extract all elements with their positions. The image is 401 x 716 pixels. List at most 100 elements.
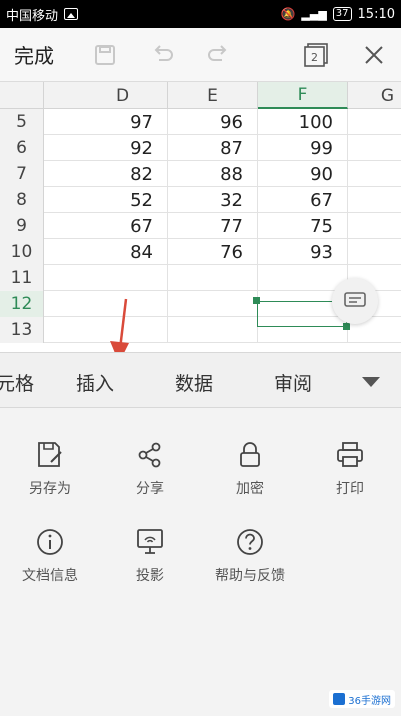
row-header[interactable]: 10 [0, 239, 44, 265]
cell-f[interactable] [258, 265, 348, 291]
spreadsheet[interactable]: D E F G 59796100996928799957828890818523… [0, 82, 401, 352]
save-as-button[interactable]: 另存为 [0, 440, 100, 510]
mute-icon: 🔕 [280, 7, 296, 21]
cell-e[interactable]: 88 [168, 161, 258, 187]
encrypt-button[interactable]: 加密 [200, 440, 300, 510]
clock: 15:10 [357, 6, 395, 22]
cell-d[interactable]: 52 [44, 187, 168, 213]
cell-f[interactable]: 100 [258, 109, 348, 135]
cell-g[interactable]: 95 [348, 135, 401, 161]
row-header[interactable]: 5 [0, 109, 44, 135]
row-header[interactable]: 6 [0, 135, 44, 161]
projection-icon [137, 529, 163, 554]
comment-icon [344, 292, 366, 307]
projection-button[interactable]: 投影 [100, 527, 200, 597]
cell-e[interactable] [168, 265, 258, 291]
tab-review[interactable]: 审阅 [274, 369, 312, 396]
image-notification-icon [64, 8, 79, 20]
row-header[interactable]: 8 [0, 187, 44, 213]
row-header[interactable]: 7 [0, 161, 44, 187]
window-count: 2 [311, 51, 318, 64]
table-row: 692879995 [0, 135, 401, 161]
cell-e[interactable]: 96 [168, 109, 258, 135]
battery-indicator: 37 [332, 7, 352, 21]
cell-d[interactable]: 67 [44, 213, 168, 239]
help-feedback-button[interactable]: 帮助与反馈 [200, 527, 300, 597]
row-header[interactable]: 11 [0, 265, 44, 291]
projection-label: 投影 [136, 568, 164, 584]
cell-e[interactable]: 77 [168, 213, 258, 239]
cell-d[interactable]: 97 [44, 109, 168, 135]
corner-cell [0, 82, 44, 109]
column-header-d[interactable]: D [78, 82, 168, 109]
carrier-name: 中国移动 [6, 8, 59, 24]
encrypt-label: 加密 [236, 481, 264, 497]
table-row: 1084769387 [0, 239, 401, 265]
cell-f[interactable]: 75 [258, 213, 348, 239]
cell-g[interactable]: 62 [348, 213, 401, 239]
doc-info-button[interactable]: 文档信息 [0, 527, 100, 597]
cell-e[interactable]: 32 [168, 187, 258, 213]
selection-handle-bottom-right[interactable] [343, 323, 350, 330]
row-header[interactable]: 13 [0, 317, 44, 343]
cell-f[interactable]: 67 [258, 187, 348, 213]
help-feedback-label: 帮助与反馈 [215, 568, 285, 584]
status-bar: 中国移动 🔕 ▂▄▆ 37 15:10 [0, 0, 401, 28]
share-button[interactable]: 分享 [100, 440, 200, 510]
info-icon [37, 529, 63, 555]
signal-icon: ▂▄▆ [301, 7, 327, 21]
cell-g[interactable]: 43 [348, 187, 401, 213]
cell-g[interactable]: 87 [348, 239, 401, 265]
print-button[interactable]: 打印 [300, 440, 400, 510]
watermark-text: 36手游网 [348, 695, 391, 707]
share-label: 分享 [136, 481, 164, 497]
cell-e[interactable] [168, 317, 258, 343]
table-row: 967777562 [0, 213, 401, 239]
cell-e[interactable] [168, 291, 258, 317]
comment-button[interactable] [332, 278, 378, 324]
done-button[interactable]: 完成 [14, 40, 84, 69]
close-icon[interactable] [361, 42, 387, 68]
cell-d[interactable]: 84 [44, 239, 168, 265]
cell-f[interactable]: 99 [258, 135, 348, 161]
table-row: 852326743 [0, 187, 401, 213]
save-icon[interactable] [92, 42, 118, 68]
tab-insert[interactable]: 插入 [76, 369, 114, 396]
toolbar: 完成 2 [0, 28, 401, 82]
save-as-label: 另存为 [29, 481, 71, 497]
lock-icon [240, 442, 260, 467]
cell-f[interactable]: 93 [258, 239, 348, 265]
tab-cell[interactable]: 元格 [0, 369, 34, 396]
doc-info-label: 文档信息 [22, 568, 78, 584]
row-header[interactable]: 12 [0, 291, 44, 317]
column-header-f[interactable]: F [258, 82, 348, 109]
cell-d[interactable]: 82 [44, 161, 168, 187]
cell-g[interactable]: 81 [348, 161, 401, 187]
column-header-g[interactable]: G [348, 82, 401, 109]
cell-d[interactable]: 92 [44, 135, 168, 161]
cell-g[interactable]: 99 [348, 109, 401, 135]
redo-icon[interactable] [205, 42, 231, 68]
cell-f[interactable]: 90 [258, 161, 348, 187]
column-header: D E F G [0, 82, 401, 109]
watermark-logo: 36手游网 [329, 690, 395, 708]
undo-icon[interactable] [150, 42, 176, 68]
table-row: 782889081 [0, 161, 401, 187]
expand-tabs-icon[interactable] [362, 377, 380, 387]
save-as-icon [38, 442, 62, 467]
watermark-icon [333, 693, 346, 705]
cell-e[interactable]: 87 [168, 135, 258, 161]
help-icon [237, 529, 263, 555]
selection-handle-top-left[interactable] [253, 297, 260, 304]
share-icon [138, 442, 161, 468]
red-arrow-annotation [110, 298, 129, 352]
print-icon [337, 442, 363, 467]
print-label: 打印 [336, 481, 364, 497]
column-header-e[interactable]: E [168, 82, 258, 109]
table-row: 5979610099 [0, 109, 401, 135]
cell-e[interactable]: 76 [168, 239, 258, 265]
row-header[interactable]: 9 [0, 213, 44, 239]
cell-d[interactable] [44, 265, 168, 291]
tab-data[interactable]: 数据 [175, 369, 213, 396]
window-switch-icon[interactable]: 2 [303, 42, 329, 68]
